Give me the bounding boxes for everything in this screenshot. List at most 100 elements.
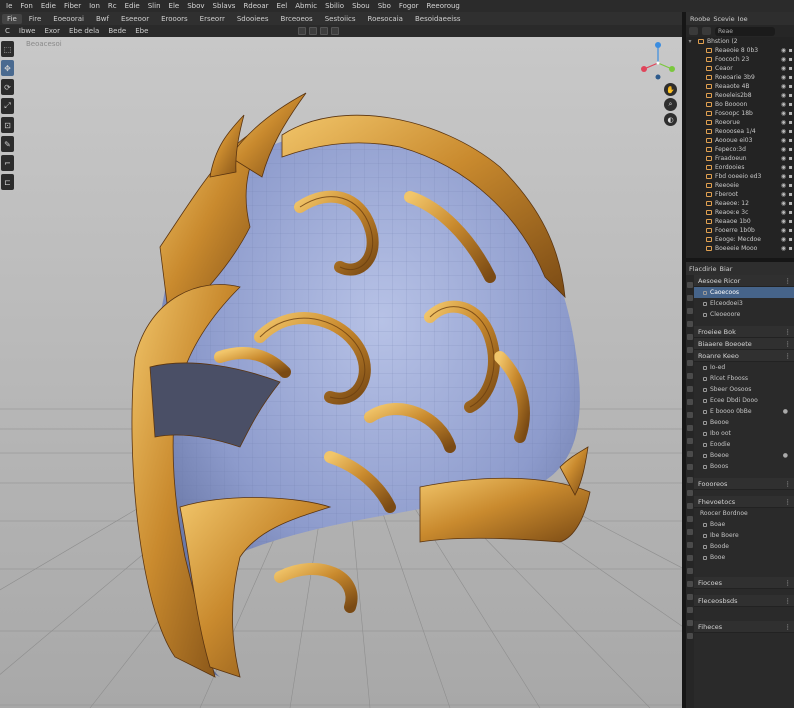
menu-item[interactable]: Fon	[16, 2, 37, 10]
checkbox-icon[interactable]	[703, 376, 707, 381]
checkbox-icon[interactable]	[703, 442, 707, 447]
render-icon[interactable]: ▪	[787, 244, 794, 253]
visibility-icon[interactable]: ◉	[780, 127, 787, 136]
visibility-icon[interactable]: ◉	[780, 154, 787, 163]
menu-item[interactable]: Fiber	[60, 2, 85, 10]
section-header[interactable]: Froeiee Bok ⋮	[694, 326, 794, 338]
3d-viewport[interactable]: Beoacesoi	[0, 37, 682, 708]
menu-item[interactable]: Sbilio	[321, 2, 348, 10]
outliner-row[interactable]: Fberoot ◉ ▪	[686, 190, 794, 199]
outliner-row[interactable]: Fepeco:3d ◉ ▪	[686, 145, 794, 154]
render-icon[interactable]: ▪	[787, 82, 794, 91]
render-icon[interactable]: ▪	[787, 217, 794, 226]
workspace-tab[interactable]: Erseorr	[195, 14, 230, 24]
menu-item[interactable]: Sbov	[183, 2, 208, 10]
properties-tab-second[interactable]: Biar	[720, 265, 733, 273]
outliner-row[interactable]: Reaaoe 1b0 ◉ ▪	[686, 217, 794, 226]
section-header[interactable]: Fhevoetocs ⋮	[694, 496, 794, 508]
menu-item[interactable]: Eel	[273, 2, 292, 10]
section-header[interactable]: Roanre Keeo ⋮	[694, 350, 794, 362]
properties-tab-icon[interactable]	[687, 308, 693, 314]
properties-tab-icon[interactable]	[687, 451, 693, 457]
property-row[interactable]: Cleoeoore	[694, 309, 794, 320]
expand-icon[interactable]: ▾	[686, 37, 694, 46]
view-nav-icon[interactable]: ✋	[664, 83, 677, 96]
workspace-tab[interactable]: Eoeoorai	[48, 14, 89, 24]
display-mode-icon[interactable]	[689, 27, 698, 35]
section-header[interactable]: Aesoee Ricor ⋮	[694, 275, 794, 287]
filter-icon[interactable]	[702, 27, 711, 35]
render-icon[interactable]: ▪	[787, 226, 794, 235]
menu-item[interactable]: Ion	[85, 2, 104, 10]
render-icon[interactable]: ▪	[787, 163, 794, 172]
checkbox-icon[interactable]	[703, 453, 707, 458]
outliner-row[interactable]: Reoeleis2b8 ◉ ▪	[686, 91, 794, 100]
property-row[interactable]: Booos	[694, 461, 794, 472]
tool-icon[interactable]: ✎	[1, 136, 14, 152]
menu-item[interactable]: Rc	[104, 2, 121, 10]
checkbox-icon[interactable]	[703, 365, 707, 370]
navigation-gizmo[interactable]	[640, 41, 676, 81]
object-menu[interactable]: Bede	[105, 27, 129, 35]
section-menu-icon[interactable]: ⋮	[785, 338, 792, 349]
visibility-icon[interactable]: ◉	[780, 136, 787, 145]
outliner-root-row[interactable]: ▾ Bhstion (2	[686, 37, 794, 46]
visibility-icon[interactable]: ◉	[780, 118, 787, 127]
workspace-tab[interactable]: Sdooiees	[232, 14, 274, 24]
outliner-row[interactable]: Roeorue ◉ ▪	[686, 118, 794, 127]
properties-tab-icon[interactable]	[687, 399, 693, 405]
section-header[interactable]: Fiheces ⋮	[694, 621, 794, 633]
checkbox-icon[interactable]	[703, 533, 707, 538]
property-row[interactable]: Ibe Boere	[694, 530, 794, 541]
outliner-row[interactable]: Reaeoe: 12 ◉ ▪	[686, 199, 794, 208]
tool-icon[interactable]: ⟳	[1, 79, 14, 95]
section-menu-icon[interactable]: ⋮	[785, 326, 792, 337]
menu-item[interactable]: Sbou	[348, 2, 374, 10]
property-row[interactable]: Boeoe ●	[694, 450, 794, 461]
render-icon[interactable]: ▪	[787, 73, 794, 82]
property-row[interactable]: Rlcet Fbooss	[694, 373, 794, 384]
tool-icon[interactable]: ✥	[1, 60, 14, 76]
render-icon[interactable]: ▪	[787, 181, 794, 190]
properties-tab-icon[interactable]	[687, 425, 693, 431]
workspace-tab[interactable]: Brceoeos	[276, 14, 318, 24]
property-row[interactable]: Ibo oot	[694, 428, 794, 439]
section-header[interactable]: Fleceosbsds ⋮	[694, 595, 794, 607]
properties-tab-icon[interactable]	[687, 321, 693, 327]
gizmo-x-handle[interactable]	[641, 66, 647, 72]
menu-item[interactable]: Ele	[165, 2, 184, 10]
render-icon[interactable]: ▪	[787, 145, 794, 154]
material-shading-icon[interactable]	[320, 27, 329, 35]
view-nav-icon[interactable]: ⌕	[664, 98, 677, 111]
visibility-icon[interactable]: ◉	[780, 217, 787, 226]
checkbox-icon[interactable]	[703, 464, 707, 469]
property-row[interactable]: Boae	[694, 519, 794, 530]
properties-tab-icon[interactable]	[687, 334, 693, 340]
property-row[interactable]: Beooe	[694, 417, 794, 428]
outliner-row[interactable]: Eeoge: Mecdoe ◉ ▪	[686, 235, 794, 244]
property-row[interactable]: Sbeer Oosoos	[694, 384, 794, 395]
workspace-tab[interactable]: Sestoiics	[320, 14, 361, 24]
properties-tab-icon[interactable]	[687, 386, 693, 392]
properties-tab-icon[interactable]	[687, 594, 693, 600]
outliner-row[interactable]: Bo Boooon ◉ ▪	[686, 100, 794, 109]
outliner-search-input[interactable]: Reae	[715, 26, 775, 36]
visibility-icon[interactable]: ◉	[780, 91, 787, 100]
properties-tab-icon[interactable]	[687, 620, 693, 626]
add-menu[interactable]: Ebe dela	[66, 27, 102, 35]
property-row[interactable]: Caoecoos	[694, 287, 794, 298]
rendered-shading-icon[interactable]	[331, 27, 340, 35]
checkbox-icon[interactable]	[703, 409, 707, 414]
wireframe-shading-icon[interactable]	[298, 27, 307, 35]
outliner-row[interactable]: Eordooies ◉ ▪	[686, 163, 794, 172]
visibility-icon[interactable]: ◉	[780, 199, 787, 208]
outliner-tab-scene[interactable]: Roobe	[690, 15, 710, 23]
outliner-row[interactable]: Reooosea 1/4 ◉ ▪	[686, 127, 794, 136]
visibility-icon[interactable]: ◉	[780, 163, 787, 172]
render-icon[interactable]: ▪	[787, 100, 794, 109]
property-row[interactable]: Eoodie	[694, 439, 794, 450]
section-menu-icon[interactable]: ⋮	[785, 595, 792, 606]
outliner-row[interactable]: Fosoopc 18b ◉ ▪	[686, 109, 794, 118]
outliner-tab-view[interactable]: Scevie	[713, 15, 734, 23]
visibility-icon[interactable]: ◉	[780, 226, 787, 235]
